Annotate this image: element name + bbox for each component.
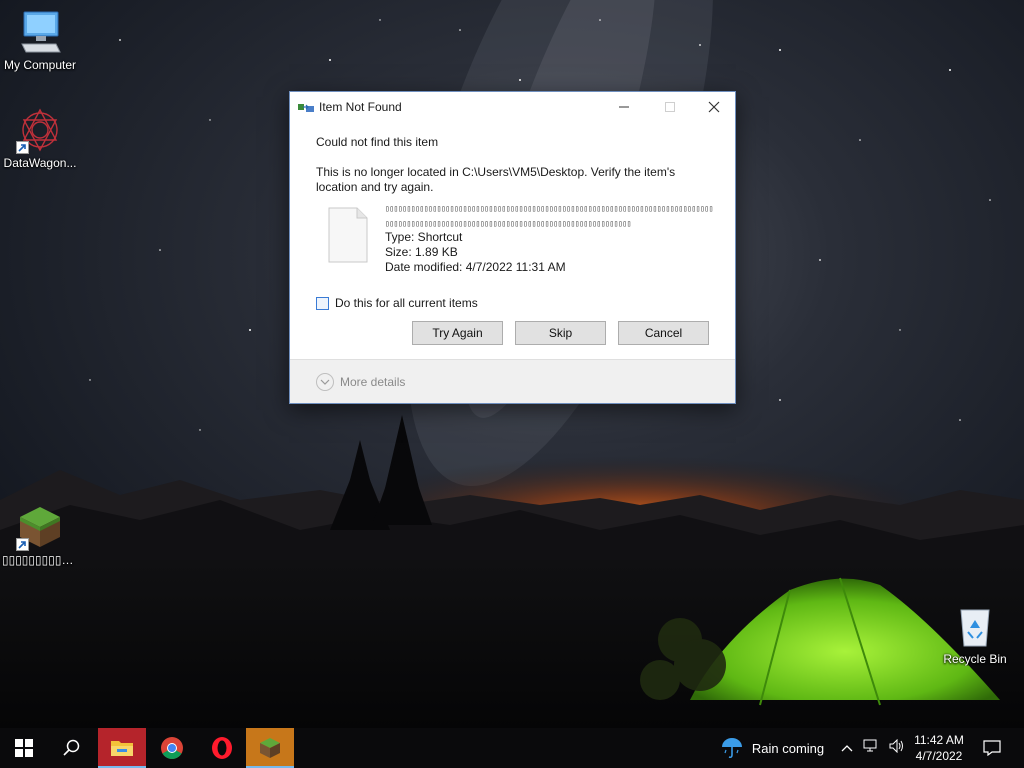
file-size: Size: 1.89 KB [385,245,458,259]
apply-to-all-checkbox-row[interactable]: Do this for all current items [316,296,478,310]
taskbar: Rain coming 11:42 AM 4/7/2022 [0,728,1024,768]
taskbar-opera[interactable] [198,728,246,768]
file-move-icon [298,101,314,113]
shortcut-arrow-icon [16,141,29,154]
show-hidden-icons-chevron-icon[interactable] [841,739,853,757]
volume-icon[interactable] [889,738,905,758]
search-button[interactable] [48,728,96,768]
system-tray [836,728,910,768]
taskbar-chrome[interactable] [148,728,196,768]
desktop-icon-minecraft[interactable]: ▯▯▯▯▯▯▯▯▯▯▯▯... [0,503,80,567]
dialog-title: Item Not Found [319,100,402,114]
start-button[interactable] [0,728,48,768]
clock-time: 11:42 AM [914,733,964,747]
desktop-icon-datawagon[interactable]: DataWagon... [0,106,80,170]
weather-text: Rain coming [751,740,825,756]
dialog-heading: Could not find this item [316,135,439,149]
maximize-button [647,92,693,122]
close-button[interactable] [691,92,737,122]
network-icon[interactable] [863,739,879,758]
apply-to-all-label: Do this for all current items [335,296,478,310]
skip-button[interactable]: Skip [515,321,606,345]
datawagon-icon [16,106,64,154]
more-details-toggle[interactable]: More details [316,373,405,391]
blank-file-icon [325,206,371,264]
desktop-icon-label: My Computer [3,58,77,72]
dialog-footer: More details [290,359,735,403]
clock-date: 4/7/2022 [915,749,963,763]
minecraft-icon [16,503,64,551]
try-again-button[interactable]: Try Again [412,321,503,345]
umbrella-icon [721,738,742,759]
dialog-message: This is no longer located in C:\Users\VM… [316,165,676,194]
desktop-icon-label: DataWagon... [3,156,77,170]
folder-icon [111,741,133,756]
chrome-icon [161,737,183,759]
file-type: Type: Shortcut [385,230,463,244]
apply-to-all-checkbox[interactable] [316,296,329,310]
chevron-down-icon [316,373,334,391]
clock[interactable]: 11:42 AM 4/7/2022 [906,728,972,768]
cancel-button[interactable]: Cancel [618,321,709,345]
taskbar-file-explorer[interactable] [98,728,146,768]
search-icon [63,739,80,756]
windows-logo-icon [15,739,33,757]
file-details: Type: Shortcut Size: 1.89 KB Date modifi… [385,230,566,275]
notification-icon [983,740,1001,756]
minecraft-icon [260,738,280,758]
action-center-button[interactable] [974,728,1010,768]
more-details-label: More details [340,375,406,389]
desktop-icon-recycle-bin[interactable]: Recycle Bin [935,602,1015,666]
opera-icon [212,737,232,759]
dialog-titlebar[interactable]: Item Not Found [290,92,735,122]
recycle-bin-icon [951,602,999,650]
weather-widget[interactable]: Rain coming [712,728,832,768]
minimize-button[interactable] [601,92,647,122]
desktop-icon-label: Recycle Bin [943,652,1007,666]
file-date-modified: Date modified: 4/7/2022 11:31 AM [385,260,566,274]
item-not-found-dialog: Item Not Found Could not find this item … [289,91,736,404]
desktop-icon-my-computer[interactable]: My Computer [0,8,80,72]
desktop-icon-label: ▯▯▯▯▯▯▯▯▯▯▯▯... [2,553,80,567]
computer-icon [16,8,64,56]
file-name: ▯▯▯▯▯▯▯▯▯▯▯▯▯▯▯▯▯▯▯▯▯▯▯▯▯▯▯▯▯▯▯▯▯▯▯▯▯▯▯▯… [385,204,714,228]
taskbar-minecraft[interactable] [246,728,294,768]
shortcut-arrow-icon [16,538,29,551]
